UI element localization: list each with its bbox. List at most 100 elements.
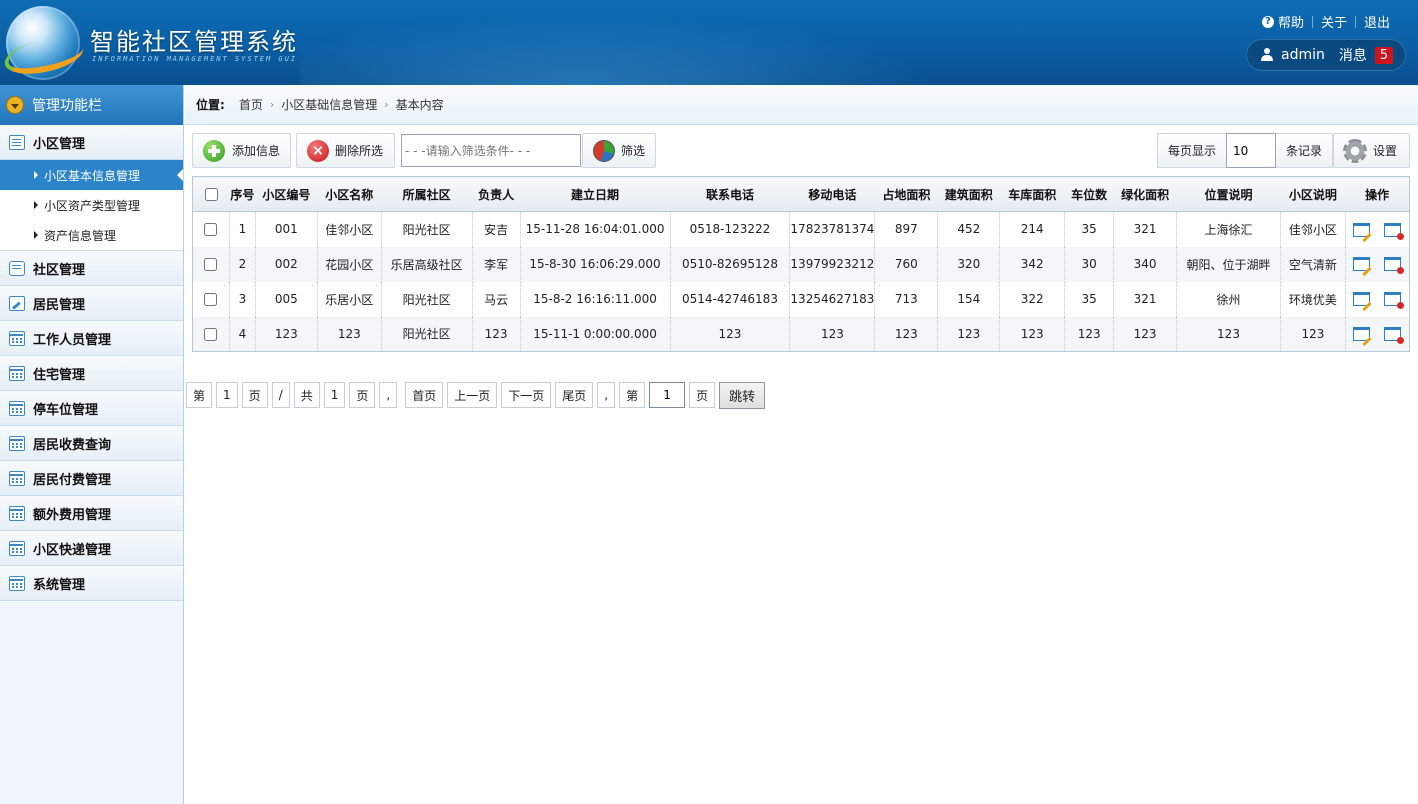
table-cell: 123	[874, 316, 938, 352]
edit-icon	[9, 295, 25, 311]
sidebar-item-system[interactable]: 系统管理	[0, 566, 183, 601]
sidebar-item-payment[interactable]: 居民付费管理	[0, 461, 183, 496]
sidebar: 管理功能栏 小区管理 小区基本信息管理 小区资产类型管理 资产信息管理 社区管理…	[0, 85, 184, 804]
first-page-button[interactable]: 首页	[405, 382, 444, 408]
sidebar-item-staff[interactable]: 工作人员管理	[0, 321, 183, 356]
table-cell: 阳光社区	[380, 316, 473, 352]
table-cell: 李军	[471, 246, 521, 282]
table-cell: 123	[471, 316, 521, 352]
filter-button[interactable]: 筛选	[582, 133, 656, 168]
delete-icon: ×	[307, 139, 329, 162]
row-checkbox[interactable]	[204, 223, 218, 237]
pie-chart-icon	[593, 139, 615, 162]
submenu-community: 小区基本信息管理 小区资产类型管理 资产信息管理	[0, 160, 183, 251]
delete-icon[interactable]	[1384, 257, 1405, 275]
table-cell: 1	[228, 211, 256, 247]
delete-icon[interactable]	[1384, 292, 1405, 310]
table-cell: 123	[254, 316, 318, 352]
table-cell: 322	[999, 281, 1065, 317]
row-checkbox[interactable]	[204, 258, 218, 271]
calendar-icon	[9, 575, 25, 591]
help-link[interactable]: ? 帮助	[1254, 12, 1312, 31]
edit-icon[interactable]	[1353, 257, 1371, 272]
breadcrumb-section[interactable]: 小区基础信息管理	[281, 96, 377, 113]
calendar-icon	[9, 470, 25, 486]
calendar-icon	[9, 400, 25, 416]
username[interactable]: admin	[1281, 47, 1325, 63]
table-cell: 0510-82695128	[669, 246, 790, 282]
app-subtitle: INFORMATION MANAGEMENT SYSTEM GUI	[92, 55, 298, 63]
arrow-right-icon	[34, 201, 38, 209]
edit-icon[interactable]	[1353, 292, 1371, 307]
jump-button[interactable]: 跳转	[719, 381, 766, 409]
table-cell: 佳邻小区	[1279, 211, 1346, 247]
table-cell: 环境优美	[1279, 281, 1346, 317]
table-cell: 35	[1064, 211, 1114, 247]
pager-text: 第	[186, 382, 213, 408]
col-header: 联系电话	[670, 176, 790, 212]
col-header: 操作	[1345, 176, 1410, 212]
sidebar-item-parking[interactable]: 停车位管理	[0, 391, 183, 426]
table-cell: 123	[316, 316, 382, 352]
table-cell: 321	[1113, 281, 1177, 317]
filter-input[interactable]	[401, 134, 581, 167]
table-cell: 徐州	[1176, 281, 1281, 317]
calendar-icon	[9, 540, 25, 556]
pagination: 第 1 页 / 共 1 页 , 首页 上一页 下一页 尾页 , 第 页 跳转	[186, 381, 766, 409]
table-cell: 阳光社区	[380, 281, 473, 317]
messages-link[interactable]: 消息	[1339, 45, 1367, 65]
sidebar-subitem-basic-info[interactable]: 小区基本信息管理	[0, 160, 183, 190]
table-cell: 3	[228, 281, 256, 317]
table-cell: 342	[999, 246, 1065, 282]
sidebar-subitem-asset-info[interactable]: 资产信息管理	[0, 220, 183, 250]
sidebar-subitem-asset-type[interactable]: 小区资产类型管理	[0, 190, 183, 220]
toolbar: 添加信息 × 删除所选 筛选 每页显示 条记录 设置	[192, 133, 1410, 168]
sidebar-item-fee-query[interactable]: 居民收费查询	[0, 426, 183, 461]
sidebar-item-housing[interactable]: 住宅管理	[0, 356, 183, 391]
table-cell: 154	[937, 281, 1000, 317]
col-header: 位置说明	[1176, 176, 1281, 212]
select-all-checkbox[interactable]	[204, 188, 218, 201]
sidebar-item-residents[interactable]: 居民管理	[0, 286, 183, 321]
table-cell: 123	[1113, 316, 1177, 352]
sidebar-item-extra-fees[interactable]: 额外费用管理	[0, 496, 183, 531]
sidebar-item-community-manage[interactable]: 小区管理	[0, 125, 183, 160]
sidebar-item-delivery[interactable]: 小区快递管理	[0, 531, 183, 566]
user-bar: admin 消息 5	[1246, 39, 1406, 71]
table-cell: 897	[874, 211, 938, 247]
table-cell: 朝阳、位于湖畔	[1176, 246, 1281, 282]
message-count-badge[interactable]: 5	[1374, 46, 1394, 64]
breadcrumb: 位置: 首页 › 小区基础信息管理 › 基本内容	[185, 85, 1418, 125]
prev-page-button[interactable]: 上一页	[447, 382, 498, 408]
chevron-right-icon: ›	[384, 98, 389, 111]
col-header: 小区编号	[255, 176, 318, 212]
col-header: 绿化面积	[1113, 176, 1177, 212]
edit-icon[interactable]	[1353, 327, 1371, 341]
row-checkbox[interactable]	[204, 293, 218, 306]
sidebar-item-society[interactable]: 社区管理	[0, 251, 183, 286]
col-header: 所属社区	[381, 176, 473, 212]
table-cell: 760	[874, 246, 938, 282]
row-checkbox[interactable]	[204, 327, 218, 341]
table-cell: 320	[937, 246, 1000, 282]
logout-link[interactable]: 退出	[1356, 12, 1398, 31]
table-cell: 乐居小区	[316, 281, 382, 317]
delete-selected-button[interactable]: × 删除所选	[296, 133, 395, 168]
per-page-input[interactable]	[1226, 133, 1277, 168]
sidebar-header[interactable]: 管理功能栏	[0, 85, 183, 125]
breadcrumb-home[interactable]: 首页	[239, 96, 263, 113]
table-cell: 214	[999, 211, 1065, 247]
table-cell: 0514-42746183	[669, 281, 790, 317]
last-page-button[interactable]: 尾页	[555, 382, 594, 408]
about-link[interactable]: 关于	[1313, 12, 1355, 31]
settings-button[interactable]: 设置	[1333, 133, 1410, 168]
pager-text: 第	[619, 382, 646, 408]
next-page-button[interactable]: 下一页	[501, 382, 552, 408]
jump-page-input[interactable]	[649, 382, 686, 408]
edit-icon[interactable]	[1353, 222, 1371, 237]
delete-icon[interactable]	[1384, 222, 1405, 240]
add-info-button[interactable]: 添加信息	[192, 133, 291, 168]
row-select-cell	[192, 316, 230, 352]
table-cell: 安吉	[471, 211, 521, 247]
delete-icon[interactable]	[1384, 327, 1405, 344]
